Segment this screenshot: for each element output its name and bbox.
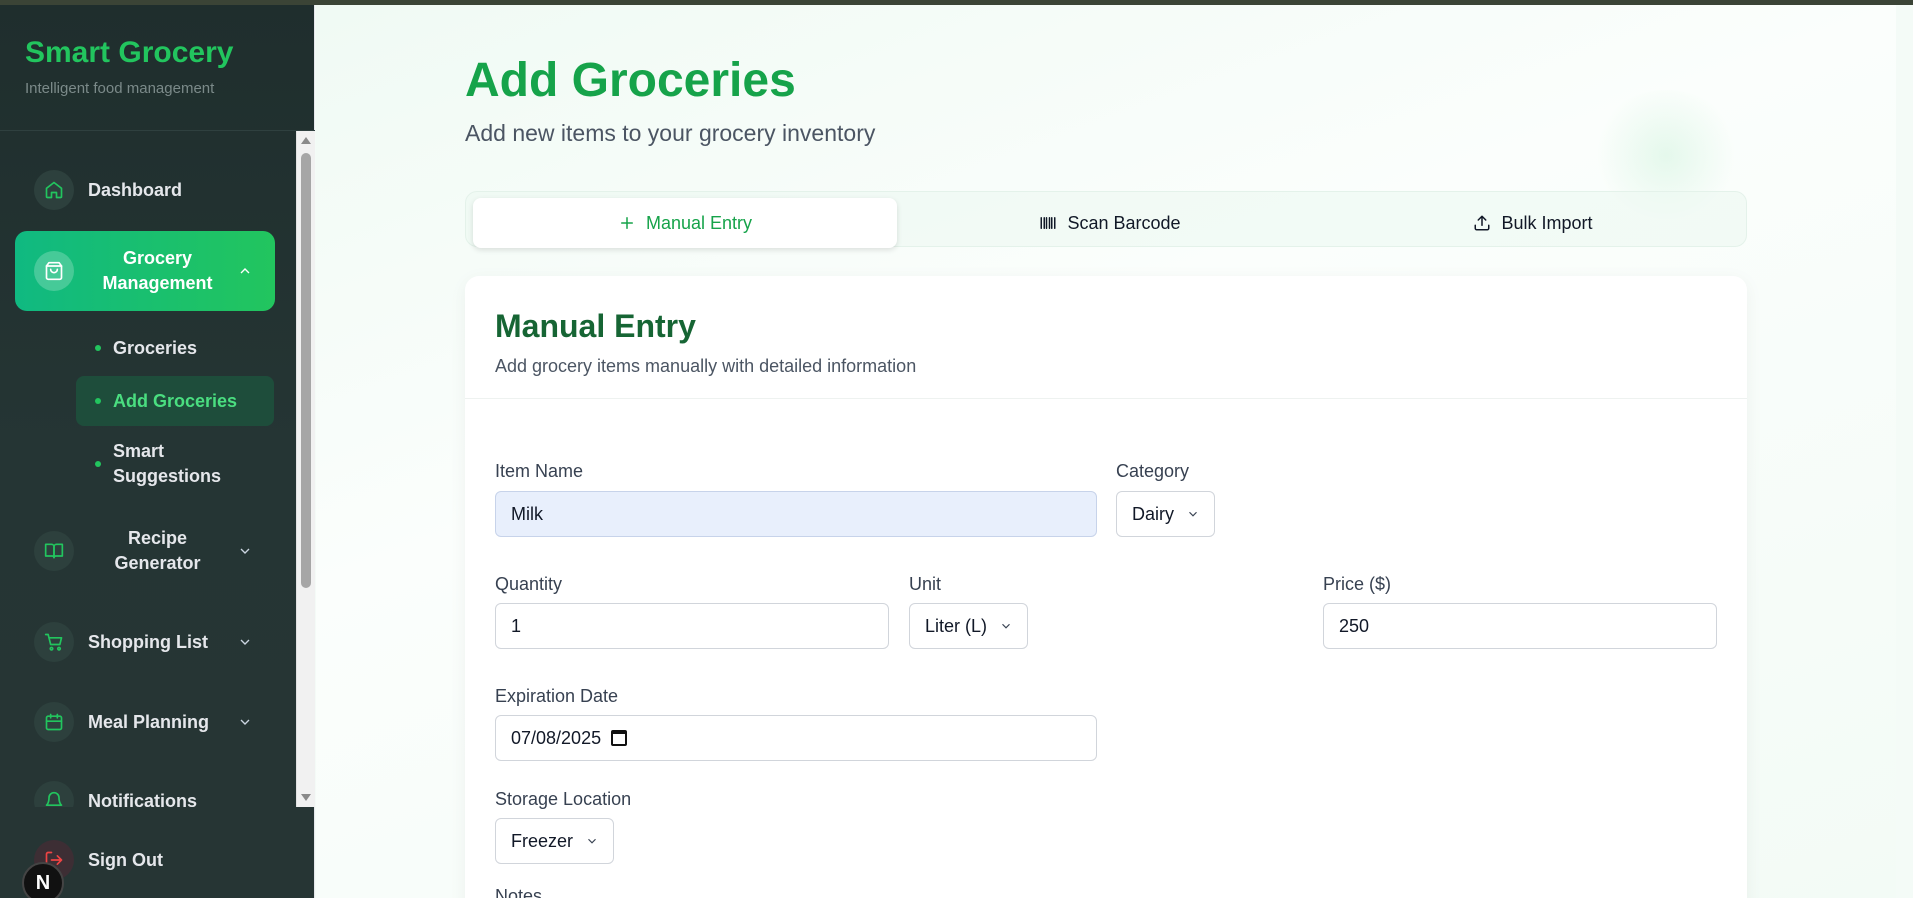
item-name-label: Item Name: [495, 461, 584, 481]
scroll-down-arrow-icon[interactable]: [301, 794, 311, 801]
sidebar-subitem-smart-suggestions[interactable]: Smart Suggestions: [76, 436, 274, 492]
calendar-picker-icon[interactable]: [611, 730, 628, 746]
unit-value: Liter (L): [925, 615, 988, 636]
sidebar-item-label: Grocery Management: [102, 248, 213, 293]
chevron-down-icon: [1189, 511, 1197, 517]
bullet-dot: [95, 345, 101, 351]
expiration-date-value: 07/08/2025: [511, 727, 602, 748]
price-label: Price ($): [1323, 574, 1392, 594]
item-name-input[interactable]: Milk: [495, 491, 1097, 537]
unit-select[interactable]: Liter (L): [909, 603, 1029, 649]
quantity-input[interactable]: 1: [495, 603, 889, 649]
category-select[interactable]: Dairy: [1116, 491, 1216, 537]
price-input[interactable]: 250: [1323, 603, 1717, 649]
page-title: Add Groceries: [465, 54, 796, 107]
bullet-dot: [95, 461, 101, 467]
sidebar-item-label: Recipe Generator: [114, 528, 201, 573]
unit-label: Unit: [909, 574, 942, 594]
category-label: Category: [1116, 461, 1190, 481]
tab-manual-entry[interactable]: Manual Entry: [473, 198, 897, 248]
top-border: [0, 0, 1913, 5]
sidebar: Smart Grocery Intelligent food managemen…: [0, 0, 315, 898]
bell-icon: [34, 781, 74, 807]
sidebar-item-meal-planning[interactable]: Meal Planning: [15, 697, 275, 747]
manual-entry-card: Manual Entry Add grocery items manually …: [465, 276, 1747, 898]
sidebar-subitem-label: Smart Suggestions: [113, 441, 222, 486]
sidebar-subitem-add-groceries[interactable]: Add Groceries: [76, 376, 274, 426]
sidebar-item-label: Shopping List: [88, 631, 208, 652]
home-icon: [34, 170, 74, 210]
barcode-icon: [1040, 217, 1056, 229]
plus-icon: [620, 217, 633, 229]
chevron-up-icon: [240, 268, 250, 274]
main-content: Add Groceries Add new items to your groc…: [316, 5, 1896, 898]
sidebar-item-dashboard[interactable]: Dashboard: [15, 165, 275, 215]
brand: Smart Grocery Intelligent food managemen…: [25, 36, 233, 97]
sidebar-item-label: Meal Planning: [88, 711, 210, 732]
card-divider: [465, 398, 1747, 399]
expiration-date-input[interactable]: 07/08/2025: [495, 715, 1097, 761]
chevron-down-icon: [240, 639, 250, 645]
quantity-label: Quantity: [495, 574, 563, 594]
scrollbar-thumb[interactable]: [301, 153, 311, 588]
sidebar-scrollbar[interactable]: [296, 131, 315, 807]
notes-label: Notes: [495, 886, 543, 898]
chevron-down-icon: [240, 719, 250, 725]
chevron-down-icon: [1002, 623, 1010, 629]
sidebar-item-label: Notifications: [88, 790, 198, 808]
tab-bulk-import[interactable]: Bulk Import: [1321, 198, 1745, 248]
tab-label: Bulk Import: [1501, 212, 1593, 233]
tab-label: Manual Entry: [645, 212, 753, 233]
sidebar-item-label: Dashboard: [88, 179, 183, 200]
storage-location-value: Freezer: [511, 830, 574, 851]
brand-subtitle: Intelligent food management: [25, 80, 215, 97]
expiration-date-label: Expiration Date: [495, 686, 619, 706]
storage-location-label: Storage Location: [495, 789, 632, 809]
scroll-up-arrow-icon[interactable]: [301, 137, 311, 144]
bullet-dot: [95, 398, 101, 404]
sidebar-subitem-label: Add Groceries: [113, 390, 238, 411]
sidebar-item-grocery-management[interactable]: Grocery Management: [15, 231, 275, 311]
sidebar-subitem-label: Groceries: [113, 337, 198, 358]
sign-out-label: Sign Out: [88, 849, 163, 870]
brand-title[interactable]: Smart Grocery: [25, 36, 233, 70]
category-value: Dairy: [1132, 503, 1175, 524]
sidebar-nav: Dashboard Grocery Management Groceries A…: [0, 131, 296, 807]
shopping-cart-icon: [34, 622, 74, 662]
card-subtitle: Add grocery items manually with detailed…: [495, 356, 917, 376]
tab-scan-barcode[interactable]: Scan Barcode: [898, 198, 1322, 248]
card-title: Manual Entry: [495, 308, 696, 344]
upload-icon: [1474, 215, 1490, 231]
page-subtitle: Add new items to your grocery inventory: [465, 120, 876, 146]
chevron-down-icon: [588, 838, 596, 844]
entry-tabs: Manual Entry Scan Barcode Bulk Import: [465, 191, 1747, 248]
sidebar-item-recipe-generator[interactable]: Recipe Generator: [15, 521, 275, 581]
chevron-down-icon: [240, 548, 250, 554]
sidebar-item-shopping-list[interactable]: Shopping List: [15, 617, 275, 667]
framework-badge[interactable]: N: [22, 862, 64, 898]
shopping-bag-icon: [34, 251, 74, 291]
book-open-icon: [34, 531, 74, 571]
sidebar-subitem-groceries[interactable]: Groceries: [76, 328, 274, 368]
tab-label: Scan Barcode: [1067, 212, 1181, 233]
storage-location-select[interactable]: Freezer: [495, 818, 615, 864]
sidebar-item-notifications[interactable]: Notifications: [15, 776, 275, 807]
calendar-icon: [34, 702, 74, 742]
